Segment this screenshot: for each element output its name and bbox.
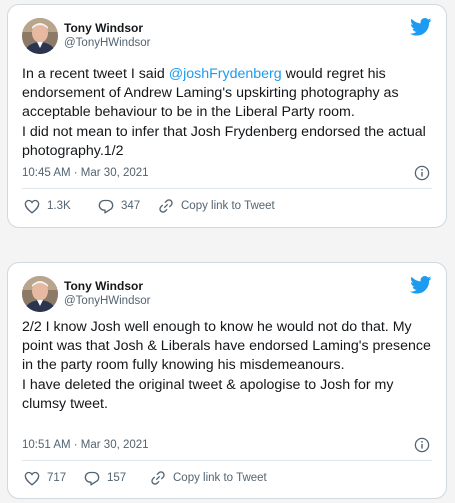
link-icon	[151, 471, 165, 485]
tweet-timestamp[interactable]: 10:45 AM · Mar 30, 2021	[22, 167, 149, 179]
divider	[22, 460, 432, 461]
copy-link-label: Copy link to Tweet	[181, 200, 275, 212]
tweet-timestamp[interactable]: 10:51 AM · Mar 30, 2021	[22, 439, 149, 451]
author-handle[interactable]: @TonyHWindsor	[64, 294, 150, 309]
tweet-text-part: In a recent tweet I said	[22, 66, 169, 82]
twitter-bird-icon[interactable]	[410, 276, 432, 294]
author-avatar[interactable]	[22, 276, 58, 312]
reply-button[interactable]: 347	[98, 197, 140, 215]
copy-link-button[interactable]: Copy link to Tweet	[150, 469, 267, 487]
info-icon[interactable]	[414, 437, 430, 453]
like-count: 1.3K	[47, 200, 71, 212]
reply-count: 347	[121, 200, 141, 212]
author-name[interactable]: Tony Windsor	[64, 279, 150, 294]
author-handle[interactable]: @TonyHWindsor	[64, 36, 150, 51]
tweet-text-part: I have deleted the original tweet & apol…	[22, 376, 394, 412]
author-avatar[interactable]	[22, 18, 58, 54]
twitter-bird-icon[interactable]	[410, 18, 432, 36]
copy-link-label: Copy link to Tweet	[173, 472, 267, 484]
like-button[interactable]: 1.3K	[24, 197, 71, 215]
heart-icon	[24, 471, 40, 486]
tweet-text-part: 2/2 I know Josh well enough to know he w…	[22, 319, 431, 374]
tweet-meta: 10:51 AM · Mar 30, 2021	[22, 437, 432, 453]
author-name[interactable]: Tony Windsor	[64, 21, 150, 36]
tweet-actions: 1.3K 347 Copy link to Tweet	[22, 197, 432, 215]
reply-button[interactable]: 157	[84, 469, 126, 487]
tweet-text: 2/2 I know Josh well enough to know he w…	[22, 318, 434, 414]
copy-link-button[interactable]: Copy link to Tweet	[158, 197, 275, 215]
mention-link[interactable]: @joshFrydenberg	[169, 66, 282, 82]
heart-icon	[24, 199, 40, 214]
like-count: 717	[47, 472, 67, 484]
link-icon	[159, 199, 173, 213]
tweet-header: Tony Windsor @TonyHWindsor	[22, 18, 432, 58]
reply-count: 157	[107, 472, 127, 484]
reply-icon	[84, 471, 100, 486]
tweet-header: Tony Windsor @TonyHWindsor	[22, 276, 432, 316]
tweet-card-1[interactable]: Tony Windsor @TonyHWindsor In a recent t…	[7, 4, 447, 228]
tweet-text-part: I did not mean to infer that Josh Fryden…	[22, 123, 426, 159]
tweet-text: In a recent tweet I said @joshFrydenberg…	[22, 65, 434, 161]
tweet-actions: 717 157 Copy link to Tweet	[22, 469, 432, 487]
tweet-card-2[interactable]: Tony Windsor @TonyHWindsor 2/2 I know Jo…	[7, 262, 447, 499]
reply-icon	[98, 199, 114, 213]
like-button[interactable]: 717	[24, 469, 66, 487]
tweet-meta: 10:45 AM · Mar 30, 2021	[22, 165, 432, 181]
divider	[22, 188, 432, 189]
info-icon[interactable]	[414, 165, 430, 181]
